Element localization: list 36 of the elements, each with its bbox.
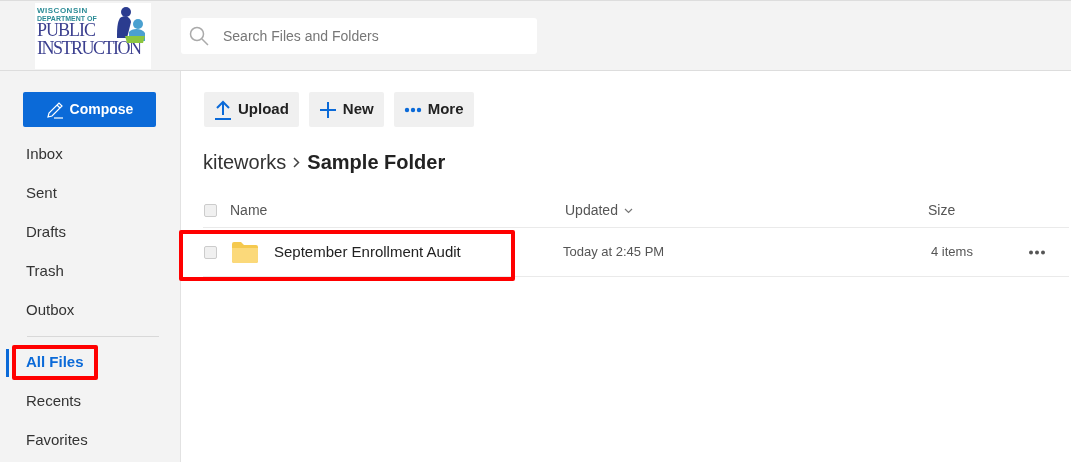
column-header[interactable]: Name [230, 200, 268, 221]
sidebar-item[interactable]: Recents [12, 384, 96, 419]
search-field[interactable]: Search Files and Folders [181, 17, 537, 54]
sidebar-item[interactable]: Drafts [12, 215, 80, 250]
checkbox[interactable] [204, 245, 217, 259]
breadcrumb-item[interactable]: Sample Folder [307, 147, 446, 177]
selection-bar [6, 349, 9, 377]
search-icon [189, 25, 209, 46]
size-cell-text: 4 items [931, 243, 974, 262]
sidebar-item[interactable]: Outbox [12, 293, 89, 328]
logo-text: PUBLIC [37, 21, 95, 39]
pencil-icon [45, 100, 64, 119]
sidebar-item[interactable]: Favorites [12, 423, 102, 458]
toolbar-button[interactable]: More [393, 92, 474, 127]
plus-icon [318, 100, 337, 119]
column-header[interactable]: Size [928, 200, 956, 221]
updated-cell-text: Today at 2:45 PM [563, 243, 666, 262]
more-icon [403, 106, 422, 113]
chevron-icon [293, 156, 301, 168]
column-header[interactable]: Updated [565, 200, 633, 221]
sidebar-item[interactable]: Inbox [12, 137, 77, 172]
more-icon[interactable] [1028, 249, 1046, 255]
logo-text: WISCONSIN [37, 6, 88, 15]
logo-text: INSTRUCTION [37, 38, 141, 57]
folder-icon [232, 241, 258, 263]
sidebar-item[interactable]: Trash [12, 254, 78, 289]
folder-name[interactable]: September Enrollment Audit [274, 240, 563, 264]
sidebar-item[interactable]: All Files [12, 345, 98, 380]
upload-icon [214, 99, 232, 120]
sidebar-item[interactable]: Sent [12, 176, 71, 211]
toolbar-button[interactable]: Upload [204, 92, 299, 127]
breadcrumb-item[interactable]: kiteworks [203, 147, 287, 177]
toolbar-button[interactable]: New [308, 92, 384, 127]
compose-button[interactable]: Compose [23, 92, 156, 127]
checkbox[interactable] [204, 204, 217, 217]
sort-caret-icon [623, 207, 633, 214]
